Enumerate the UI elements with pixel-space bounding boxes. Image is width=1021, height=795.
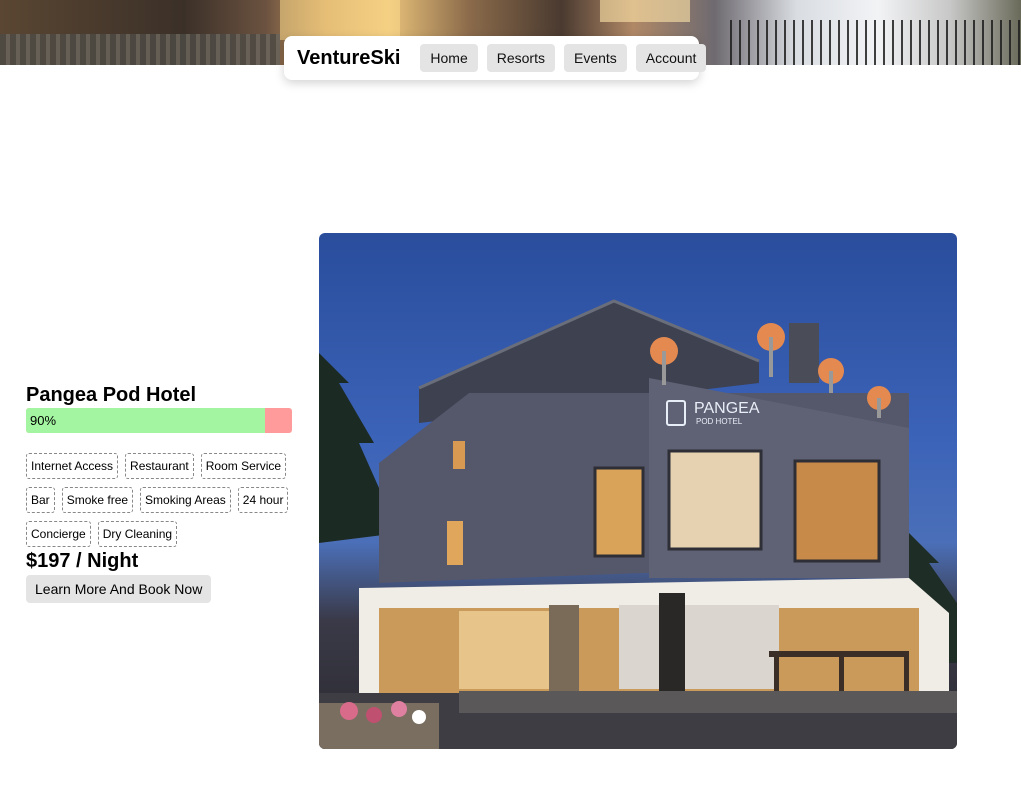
top-navbar: VentureSki Home Resorts Events Account [284,36,707,80]
nav-account-button[interactable]: Account [635,44,707,72]
amenity-tag: Bar [26,487,55,513]
hotel-name: Pangea Pod Hotel [26,384,197,406]
hotel-sign-text: PANGEA [694,400,760,417]
amenity-tag: Internet Access [26,453,119,479]
hotel-building-illustration: PANGEA POD HOTEL [319,299,957,749]
nav-events-button[interactable]: Events [563,44,627,72]
nav-resorts-button[interactable]: Resorts [486,44,555,72]
price-per-night: $197 / Night [26,550,139,572]
learn-more-book-button[interactable]: Learn More And Book Now [26,575,212,603]
rating-bar: 90% [26,408,292,433]
brand-logo[interactable]: VentureSki [297,47,400,70]
amenity-tag: Dry Cleaning [97,521,178,547]
rating-fill: 90% [26,408,266,433]
amenity-tag: Restaurant [125,453,194,479]
amenity-list: Internet Access Restaurant Room Service … [26,453,296,555]
amenity-tag: Smoke free [61,487,134,513]
amenity-tag: 24 hour [237,487,289,513]
amenity-tag: Room Service [200,453,287,479]
amenity-tag: Concierge [26,521,91,547]
amenity-tag: Smoking Areas [140,487,231,513]
hotel-sign-subtext: POD HOTEL [696,417,743,426]
hotel-photo: PANGEA POD HOTEL [319,233,957,749]
hotel-info-panel: Pangea Pod Hotel 90% Internet Access Res… [26,383,296,603]
nav-home-button[interactable]: Home [420,44,478,72]
rating-label: 90% [30,413,57,428]
